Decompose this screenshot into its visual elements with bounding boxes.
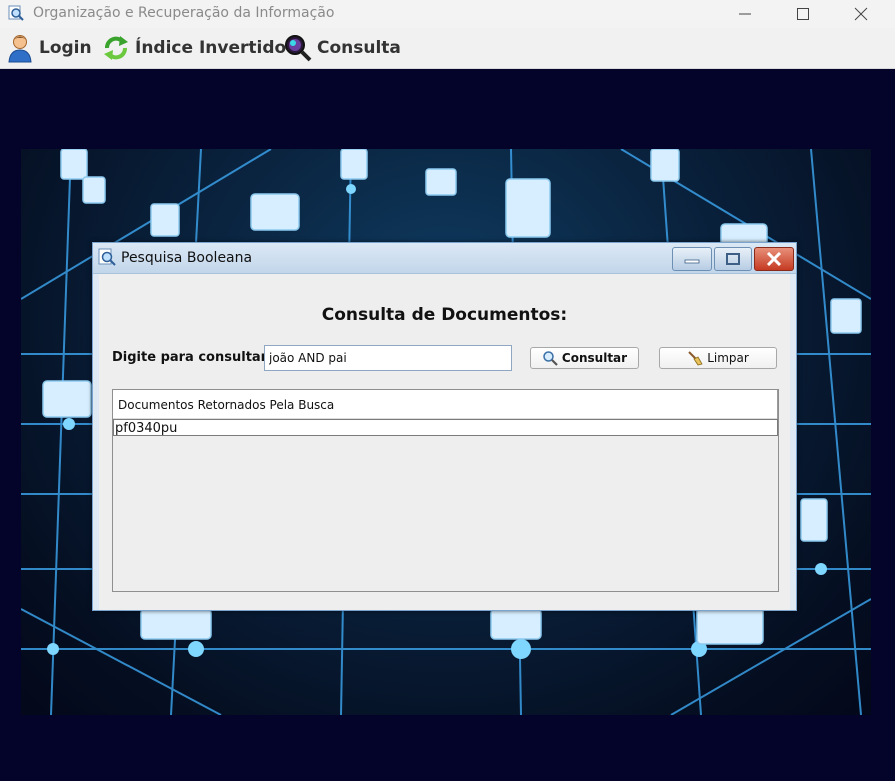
dialog-minimize-button[interactable] — [672, 247, 712, 271]
window-titlebar: Organização e Recuperação da Informação — [0, 0, 895, 28]
table-cell: pf0340pu — [115, 421, 178, 436]
results-column-header[interactable]: Documentos Retornados Pela Busca — [113, 390, 777, 419]
consultar-label: Consultar — [561, 351, 628, 365]
search-input[interactable] — [264, 345, 512, 371]
dialog-heading: Consulta de Documentos: — [321, 305, 568, 325]
magnifier-icon — [285, 35, 312, 62]
search-document-icon — [98, 248, 116, 266]
maximize-icon — [726, 253, 740, 265]
minimize-icon — [739, 13, 751, 15]
minimize-button[interactable] — [722, 0, 768, 28]
results-table: Documentos Retornados Pela Busca pf0340p… — [112, 389, 779, 592]
user-icon — [8, 35, 32, 63]
search-icon — [543, 351, 558, 366]
dialog-title: Pesquisa Booleana — [121, 250, 253, 266]
table-row[interactable]: pf0340pu — [113, 419, 778, 436]
broom-icon — [688, 351, 703, 366]
maximize-button[interactable] — [780, 0, 826, 28]
menu-item-indice-invertido[interactable]: Índice Invertido — [101, 32, 286, 64]
refresh-icon — [104, 36, 128, 60]
close-icon — [854, 7, 868, 21]
consultar-button[interactable]: Consultar — [530, 347, 639, 369]
close-icon — [766, 252, 782, 266]
app-icon — [8, 5, 24, 21]
header-divider — [777, 390, 778, 419]
menu-item-login[interactable]: Login — [5, 32, 92, 64]
minimize-icon — [684, 259, 700, 264]
close-button[interactable] — [838, 0, 884, 28]
search-label: Digite para consultar: — [112, 350, 273, 365]
menu-bar: Login Índice Invertido Consulta — [0, 28, 895, 69]
menu-item-label: Consulta — [317, 38, 401, 58]
menu-item-label: Login — [39, 38, 92, 58]
maximize-icon — [797, 8, 809, 20]
column-header-label: Documentos Retornados Pela Busca — [118, 398, 335, 412]
limpar-label: Limpar — [707, 351, 749, 365]
limpar-button[interactable]: Limpar — [659, 347, 777, 369]
dialog-close-button[interactable] — [754, 247, 794, 271]
dialog-maximize-button[interactable] — [714, 247, 752, 271]
menu-item-label: Índice Invertido — [135, 38, 287, 58]
pesquisa-booleana-dialog: Pesquisa Booleana Consulta de Documentos… — [92, 242, 797, 611]
menu-item-consulta[interactable]: Consulta — [283, 32, 401, 64]
window-title: Organização e Recuperação da Informação — [33, 5, 335, 21]
dialog-titlebar[interactable]: Pesquisa Booleana — [93, 243, 796, 274]
